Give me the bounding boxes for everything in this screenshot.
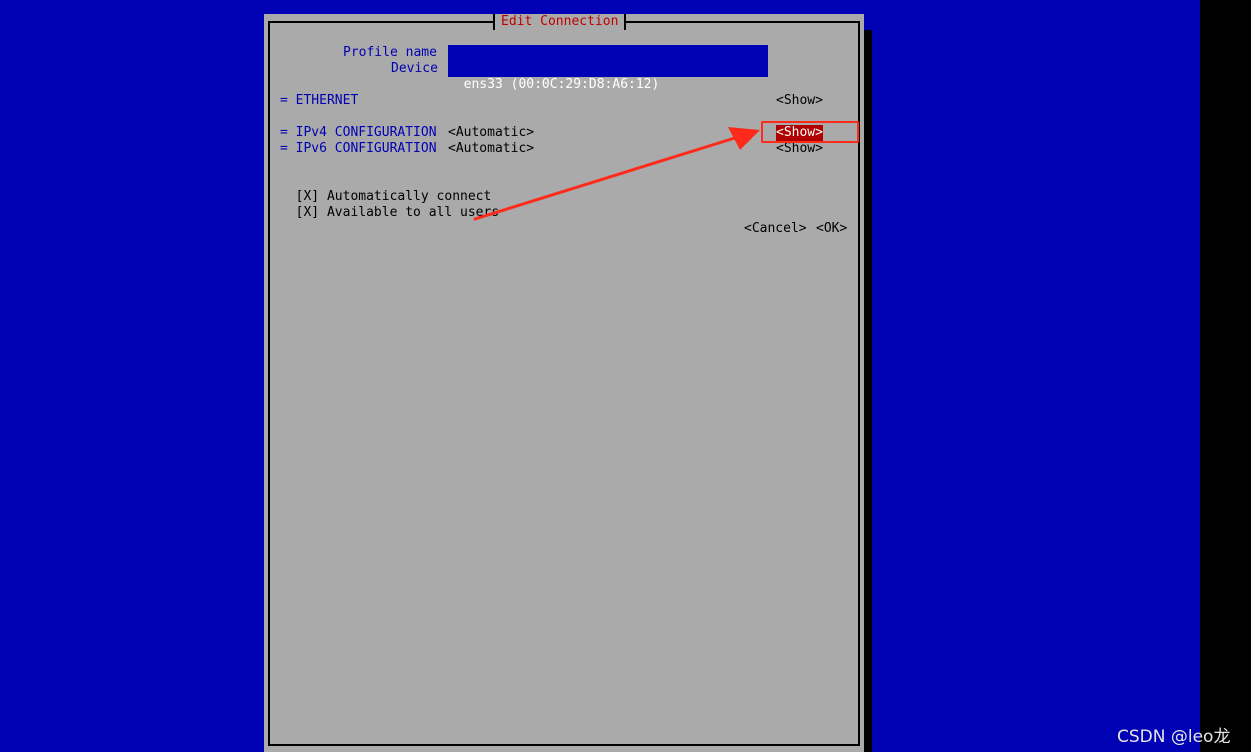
device-input[interactable]: ens33 (00:0C:29:D8:A6:12) (448, 61, 768, 92)
ipv4-section-label: = IPv4 CONFIGURATION (280, 125, 437, 140)
ipv6-show-button[interactable]: <Show> (776, 141, 823, 157)
ok-button[interactable]: <OK> (816, 221, 847, 237)
all-users-label: Available to all users (326, 205, 500, 220)
screen-right-edge (1200, 0, 1251, 752)
cancel-button[interactable]: <Cancel> (744, 221, 807, 237)
profile-name-label: Profile name (343, 45, 437, 60)
ipv4-mode-select[interactable]: <Automatic> (448, 125, 534, 141)
all-users-option[interactable]: [X] Available to all users (280, 189, 500, 221)
profile-name-input[interactable]: ens33 (448, 45, 768, 76)
annotation-highlight-box (761, 121, 859, 143)
ethernet-show-button[interactable]: <Show> (776, 93, 823, 109)
ipv6-section-label: = IPv6 CONFIGURATION (280, 141, 437, 156)
device-value: ens33 (00:0C:29:D8:A6:12) (463, 77, 660, 92)
dialog-title: Edit Connection (493, 14, 627, 30)
device-label: Device (391, 61, 438, 76)
ipv6-mode-select[interactable]: <Automatic> (448, 141, 534, 157)
ethernet-section-label: = ETHERNET (280, 93, 359, 108)
all-users-checkbox[interactable]: [X] (296, 205, 319, 220)
watermark: CSDN @leo龙 (1117, 727, 1231, 747)
